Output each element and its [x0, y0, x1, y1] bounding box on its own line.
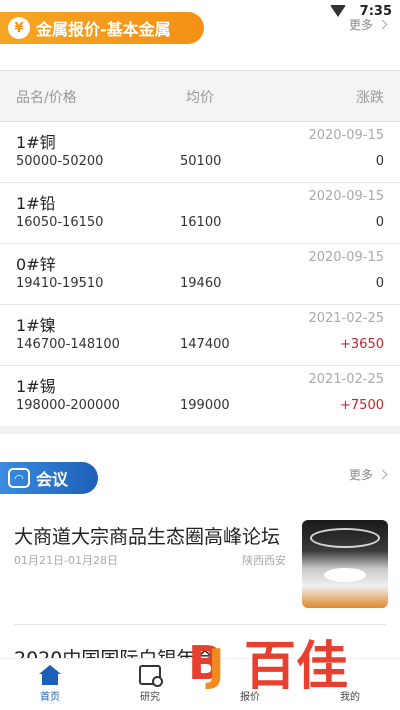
column-name: 品名/价格 — [16, 90, 77, 106]
meeting-more-label: 更多 — [348, 468, 373, 482]
nav-home-label: 首页 — [40, 692, 60, 703]
price-range: 146700-148100 — [16, 337, 120, 352]
price-table: 1#铜 50000-50200 50100 2020-09-15 0 1#铅 1… — [0, 122, 400, 427]
quote-date: 2020-09-15 — [308, 250, 384, 265]
price-change: +3650 — [340, 337, 384, 352]
metal-section-header: ¥ 金属报价-基本金属 — [0, 12, 204, 44]
quote-date: 2020-09-15 — [308, 128, 384, 143]
meeting-section-header: ◠ 会议 — [0, 462, 98, 494]
meeting-thumbnail — [302, 520, 388, 608]
avg-price: 19460 — [180, 276, 222, 291]
wifi-icon — [330, 5, 346, 17]
list-divider — [14, 624, 386, 625]
chevron-right-icon — [377, 469, 388, 480]
quote-date: 2020-09-15 — [308, 189, 384, 204]
meeting-date: 01月21日-01月28日 — [14, 554, 118, 567]
nav-research[interactable]: 研究 — [120, 665, 180, 703]
price-table-header: 品名/价格 均价 涨跌 — [0, 70, 400, 122]
avg-price: 16100 — [180, 215, 222, 230]
avg-price: 147400 — [180, 337, 230, 352]
meeting-more-link[interactable]: 更多 — [348, 466, 388, 483]
table-row[interactable]: 1#锡 198000-200000 199000 2021-02-25 +750… — [0, 366, 400, 427]
yuan-icon: ¥ — [8, 17, 30, 39]
nav-research-label: 研究 — [140, 692, 160, 703]
metal-name: 1#锡 — [16, 377, 56, 396]
table-row[interactable]: 1#铜 50000-50200 50100 2020-09-15 0 — [0, 122, 400, 183]
metal-more-link[interactable]: 更多 — [348, 16, 388, 33]
column-avg: 均价 — [186, 90, 214, 106]
watermark-text: 百佳 — [244, 637, 349, 697]
chevron-right-icon — [377, 19, 388, 30]
section-divider — [0, 426, 400, 434]
watermark-logo: BJ 百佳 — [186, 632, 382, 702]
price-change: 0 — [375, 154, 384, 169]
meeting-card[interactable]: 大商道大宗商品生态圈高峰论坛 01月21日-01月28日 陕西西安 — [14, 516, 388, 610]
meeting-location: 陕西西安 — [242, 554, 286, 567]
price-change: +7500 — [340, 398, 384, 413]
table-row[interactable]: 0#锌 19410-19510 19460 2020-09-15 0 — [0, 244, 400, 305]
price-range: 50000-50200 — [16, 154, 104, 169]
home-icon — [39, 665, 61, 685]
metal-name: 1#铅 — [16, 194, 56, 213]
nav-home[interactable]: 首页 — [20, 665, 80, 703]
column-change: 涨跌 — [356, 90, 384, 106]
metal-name: 0#锌 — [16, 255, 56, 274]
metal-section-title: 金属报价-基本金属 — [36, 20, 171, 39]
table-row[interactable]: 1#镍 146700-148100 147400 2021-02-25 +365… — [0, 305, 400, 366]
avg-price: 50100 — [180, 154, 222, 169]
price-change: 0 — [375, 215, 384, 230]
meeting-section-title: 会议 — [36, 470, 69, 489]
meeting-title: 大商道大宗商品生态圈高峰论坛 — [14, 526, 281, 548]
price-range: 16050-16150 — [16, 215, 104, 230]
price-range: 198000-200000 — [16, 398, 120, 413]
price-change: 0 — [375, 276, 384, 291]
quote-date: 2021-02-25 — [308, 372, 384, 387]
quote-date: 2021-02-25 — [308, 311, 384, 326]
metal-more-label: 更多 — [348, 18, 373, 32]
table-row[interactable]: 1#铅 16050-16150 16100 2020-09-15 0 — [0, 183, 400, 244]
meeting-icon: ◠ — [8, 468, 30, 488]
avg-price: 199000 — [180, 398, 230, 413]
price-range: 19410-19510 — [16, 276, 104, 291]
metal-name: 1#镍 — [16, 316, 56, 335]
watermark-logo-icon: BJ — [188, 636, 225, 691]
metal-name: 1#铜 — [16, 133, 56, 152]
research-icon — [139, 665, 163, 687]
